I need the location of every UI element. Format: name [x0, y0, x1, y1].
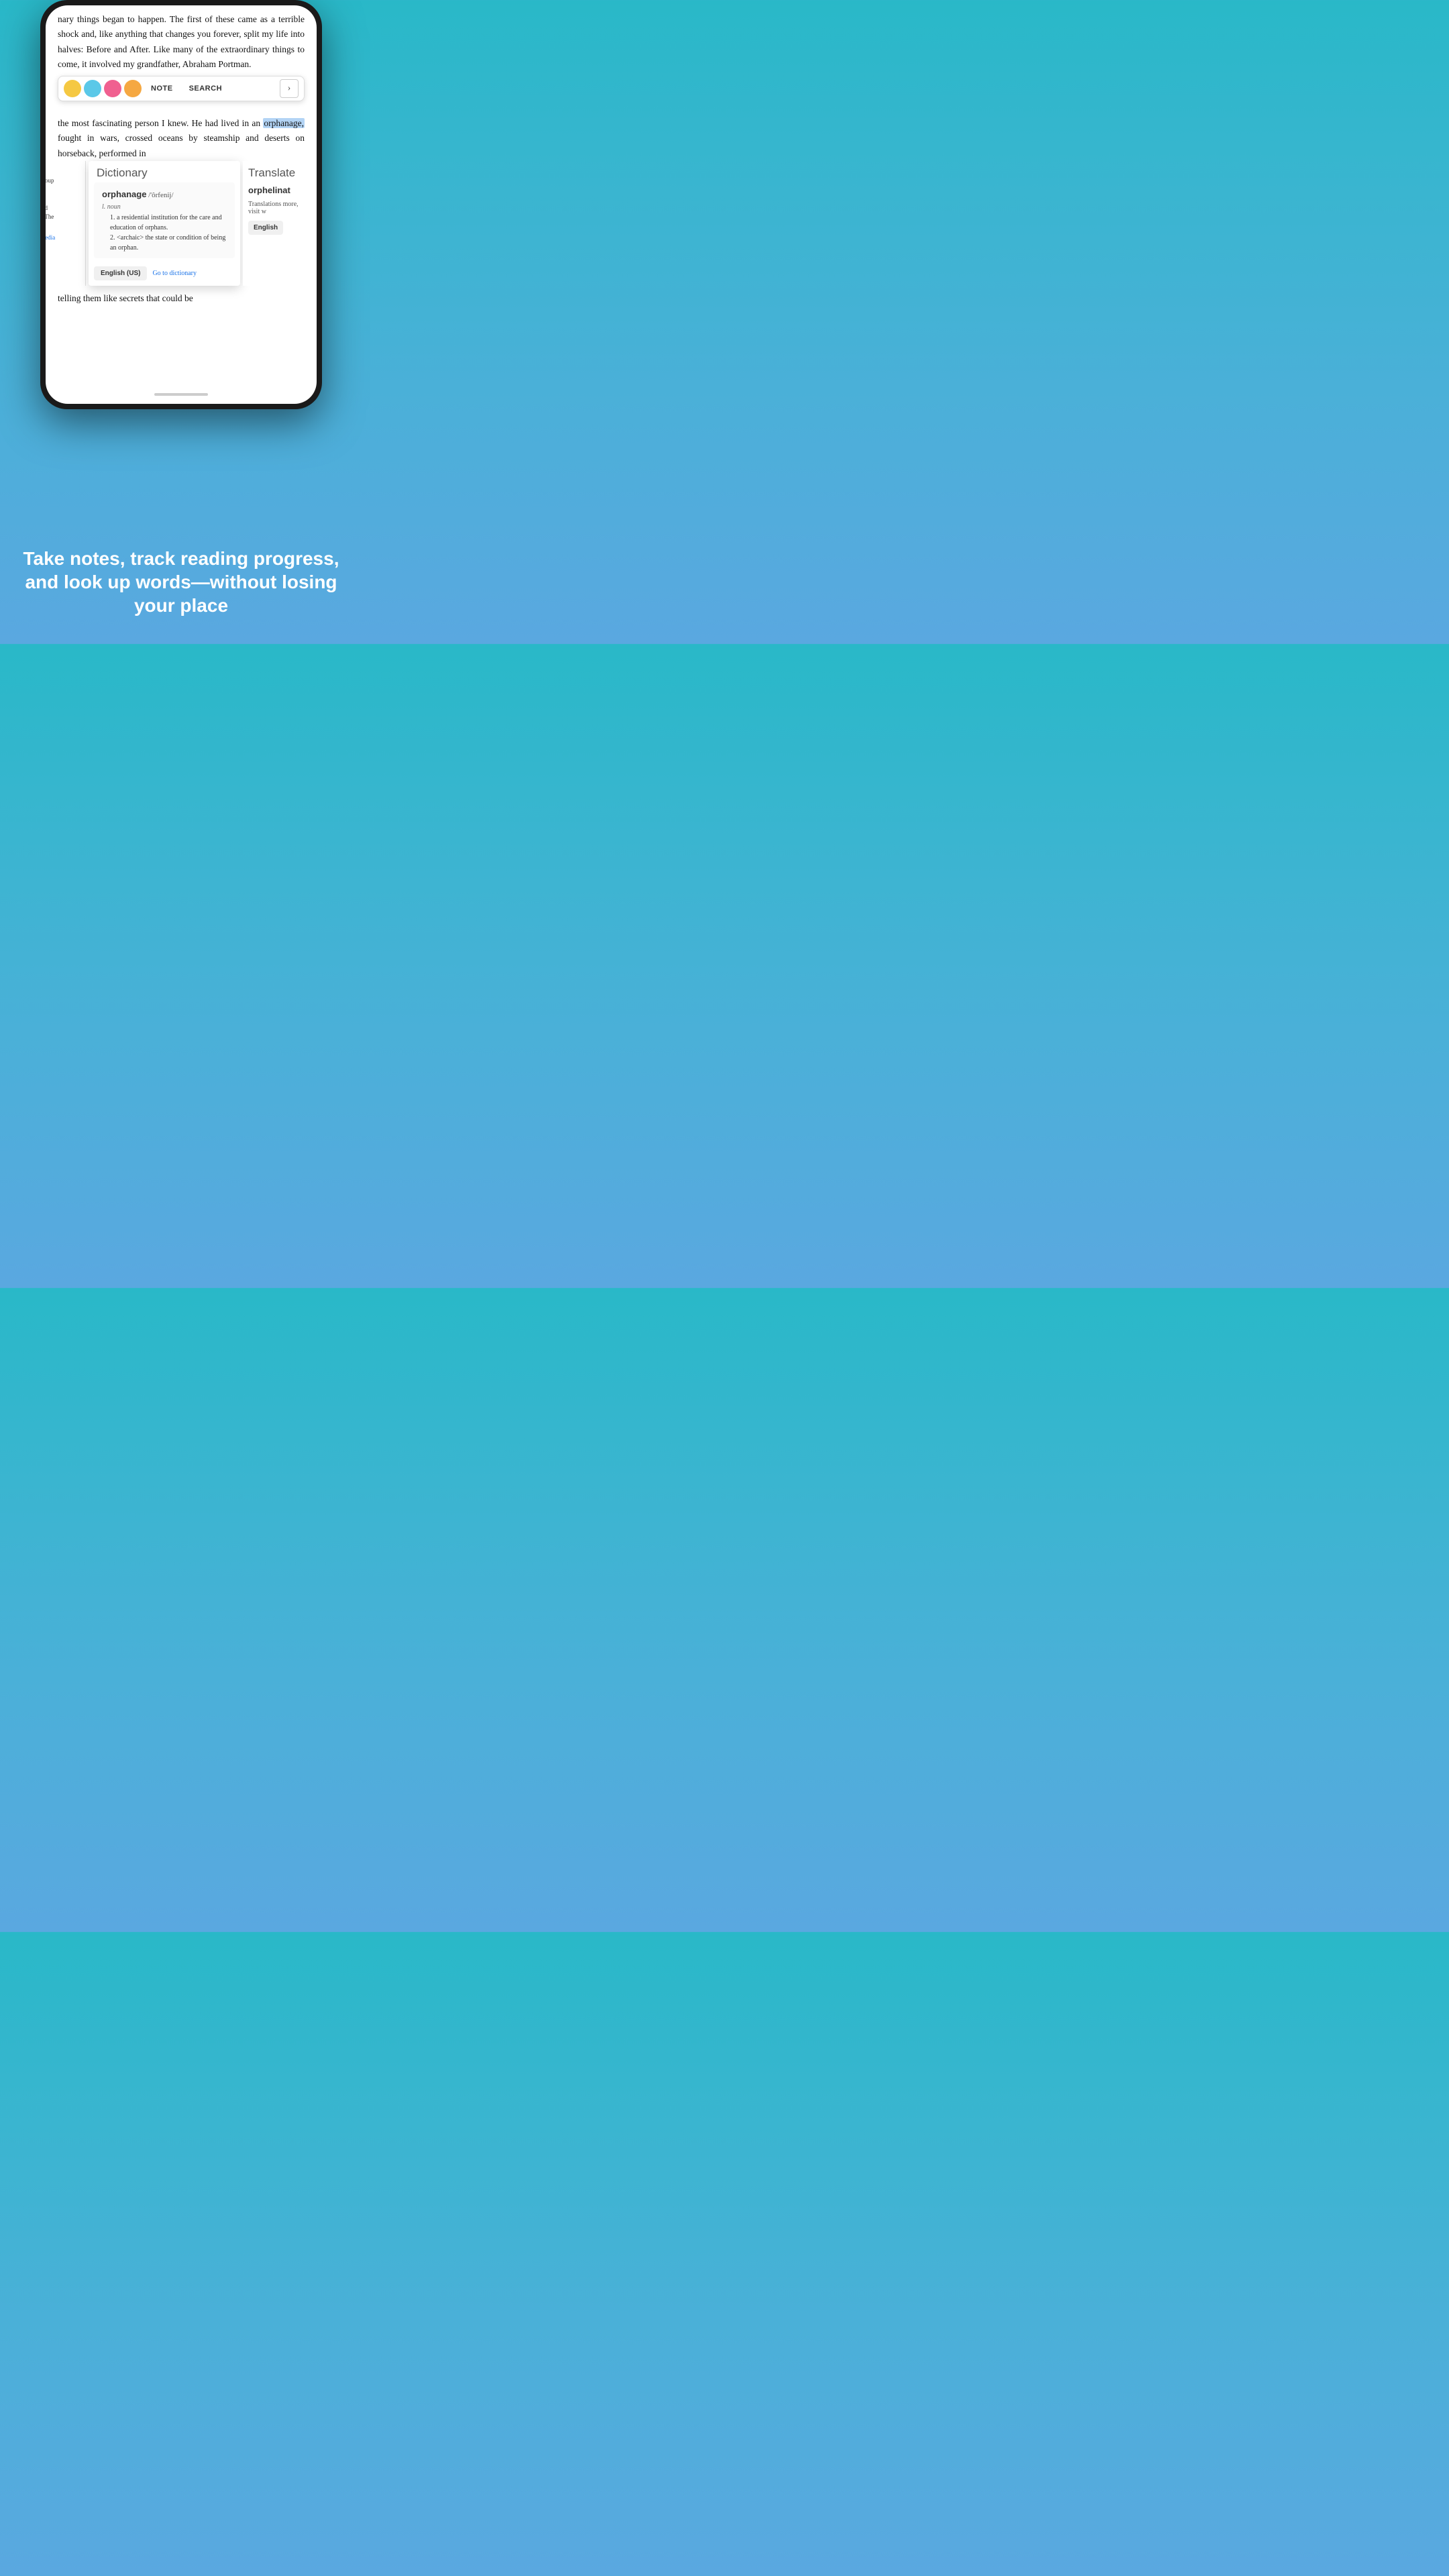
dictionary-phonetic: /'ôrfenij/ [148, 191, 173, 199]
tagline: Take notes, track reading progress, and … [0, 547, 362, 617]
dictionary-word: orphanage [102, 189, 146, 199]
translate-language-button[interactable]: English [248, 221, 283, 235]
dictionary-content: orphanage /'ôrfenij/ l. noun 1. a reside… [94, 182, 235, 258]
color-pink-dot[interactable] [104, 80, 121, 97]
book-text-bottom-content: telling them like secrets that could be [58, 293, 193, 303]
dictionary-language-button[interactable]: English (US) [94, 266, 147, 280]
dictionary-header: Dictionary [89, 161, 240, 182]
phone-wrapper: nary things began to happen. The first o… [40, 0, 322, 409]
wikipedia-text: entialion or groupcare ofwho, fort be ca… [46, 168, 80, 231]
book-text-top: nary things began to happen. The first o… [46, 5, 317, 72]
highlight-toolbar: NOTE SEARCH › [58, 76, 305, 101]
go-to-dictionary-link[interactable]: Go to dictionary [152, 270, 197, 277]
dictionary-def2: 2. <archaic> the state or condition of b… [110, 233, 227, 253]
wikipedia-link[interactable]: to Wikipedia [46, 233, 80, 243]
chevron-right-icon: › [288, 83, 291, 94]
translate-footer: English [243, 218, 317, 237]
tagline-text: Take notes, track reading progress, and … [23, 548, 339, 616]
wikipedia-panel: entialion or groupcare ofwho, fort be ca… [46, 161, 86, 286]
translate-description: Translations more, visit w [243, 198, 317, 218]
phone-frame: nary things began to happen. The first o… [40, 0, 322, 409]
color-yellow-dot[interactable] [64, 80, 81, 97]
translate-panel: Translate orphelinat Translations more, … [243, 161, 317, 286]
panels-container: entialion or groupcare ofwho, fort be ca… [46, 161, 317, 286]
dictionary-footer: English (US) Go to dictionary [89, 264, 240, 286]
dictionary-def1: 1. a residential institution for the car… [110, 213, 227, 233]
dictionary-panel: Dictionary orphanage /'ôrfenij/ l. noun … [89, 161, 240, 286]
phone-screen: nary things began to happen. The first o… [46, 5, 317, 404]
note-button[interactable]: NOTE [144, 82, 180, 95]
translate-word: orphelinat [243, 182, 317, 198]
dictionary-word-row: orphanage /'ôrfenij/ [102, 188, 227, 202]
highlighted-word[interactable]: orphanage, [263, 118, 305, 128]
book-text-top-content: nary things began to happen. The first o… [58, 14, 305, 69]
dictionary-pos: l. noun [102, 202, 227, 213]
search-button[interactable]: SEARCH [182, 82, 229, 95]
toolbar-more-button[interactable]: › [280, 79, 299, 98]
book-text-mid2-content: fought in wars, crossed oceans by steams… [58, 133, 305, 158]
translate-header: Translate [243, 161, 317, 182]
book-text-bottom: telling them like secrets that could be [46, 286, 317, 311]
book-text-mid: the most fascinating person I knew. He h… [46, 105, 317, 161]
color-blue-dot[interactable] [84, 80, 101, 97]
book-text-mid-content: the most fascinating person I knew. He h… [58, 118, 260, 128]
home-bar [154, 393, 208, 396]
color-orange-dot[interactable] [124, 80, 142, 97]
